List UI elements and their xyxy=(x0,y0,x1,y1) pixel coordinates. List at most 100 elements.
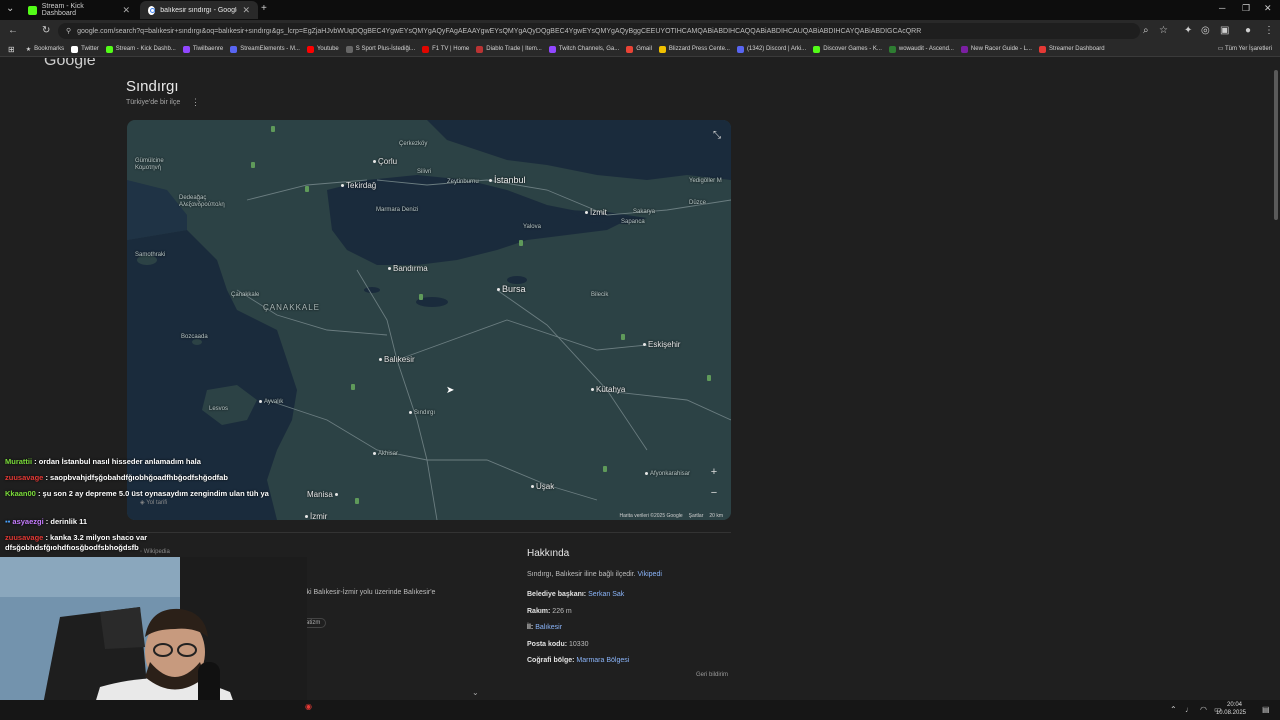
bookmark-item[interactable]: Youtube xyxy=(306,45,339,53)
bookmark-item[interactable]: Diablo Trade | Item... xyxy=(476,45,542,53)
scrollbar-thumb[interactable] xyxy=(1274,70,1278,220)
microphone-icon[interactable]: ♩ xyxy=(1185,705,1193,714)
reload-icon[interactable]: ↻ xyxy=(42,25,50,37)
chevron-down-icon[interactable]: ⌄ xyxy=(472,688,479,697)
minimize-icon[interactable]: ─ xyxy=(1219,3,1225,13)
maximize-icon[interactable]: ❐ xyxy=(1242,3,1250,14)
map-city-label: Çanakkale xyxy=(231,292,260,298)
region-link[interactable]: Marmara Bölgesi xyxy=(576,657,629,664)
bookmark-star-icon[interactable]: ☆ xyxy=(1159,25,1168,37)
notifications-icon[interactable]: ▤ xyxy=(1262,705,1270,714)
wowaudit-logo-icon xyxy=(888,45,896,53)
chat-username: asyaezgi xyxy=(12,517,44,526)
bookmark-item[interactable]: (1342) Discord | Arki... xyxy=(736,45,806,53)
wikipedia-link[interactable]: Vikipedi xyxy=(638,571,662,578)
extension-icon[interactable]: ◎ xyxy=(1201,25,1210,37)
bookmark-item[interactable]: Discover Games - K... xyxy=(813,45,882,53)
bookmark-item[interactable]: Stream - Kick Dashb... xyxy=(105,45,176,53)
folder-icon: ▭ xyxy=(1217,46,1225,52)
all-bookmarks-button[interactable]: ▭ Tüm Yer İşaretleri xyxy=(1218,45,1272,52)
chat-text: şu son 2 ay depreme 5.0 üst oynasaydım z… xyxy=(42,489,269,498)
map-city-label: Düzce xyxy=(689,200,707,206)
google-logo[interactable]: Google xyxy=(44,58,96,70)
bookmark-item[interactable]: Twitch Channels, Ga... xyxy=(548,45,619,53)
menu-icon[interactable]: ⋮ xyxy=(1264,25,1274,37)
road-shield xyxy=(603,466,607,472)
tab-kick-dashboard[interactable]: Stream - Kick Dashboard ✕ xyxy=(20,1,138,19)
road-shield xyxy=(251,162,255,168)
clock-date[interactable]: 10.08.2025 xyxy=(1216,710,1246,716)
map-city-label: Eskişehir xyxy=(643,340,680,349)
bookmark-item[interactable]: StreamElements - M... xyxy=(230,45,300,53)
site-info-icon[interactable]: ⚲ xyxy=(66,27,71,35)
bookmark-item[interactable]: Twitter xyxy=(71,45,99,53)
puzzle-icon[interactable]: ▣ xyxy=(1220,25,1229,37)
map-city-label: Silivri xyxy=(417,169,432,175)
notification-app-icon[interactable]: ◉ xyxy=(305,702,312,711)
map-city-label: Bilecik xyxy=(591,292,609,298)
chat-text: saopbvahjdfşğobahdfğıobhğoadfhbğodfshğod… xyxy=(50,473,228,482)
road-shield xyxy=(419,294,423,300)
road-shield xyxy=(305,186,309,192)
road-shield xyxy=(519,240,523,246)
fullscreen-icon[interactable]: ⤡ xyxy=(713,130,721,141)
bookmark-item[interactable]: Blizzard Press Cente... xyxy=(658,45,730,53)
tab-label: balıkesir sındırgı - Google'da A xyxy=(160,6,237,14)
more-options-icon[interactable]: ⋮ xyxy=(191,97,200,108)
map-city-label: Yalova xyxy=(523,224,541,230)
map-city-label: Ayvalık xyxy=(259,399,283,405)
close-window-icon[interactable]: ✕ xyxy=(1264,3,1272,14)
extension-icon[interactable]: ✦ xyxy=(1184,25,1192,37)
page-title: Sındırgı xyxy=(126,78,179,95)
profile-avatar-icon[interactable]: ● xyxy=(1245,25,1251,37)
bookmark-item[interactable]: New Racer Guide - L... xyxy=(960,45,1032,53)
close-tab-icon[interactable]: ✕ xyxy=(242,5,250,16)
map-sea-label: Marmara Denizi xyxy=(376,207,419,213)
bookmark-item[interactable]: Streamer Dashboard xyxy=(1038,45,1105,53)
mayor-link[interactable]: Serkan Sak xyxy=(588,591,624,598)
place-subtitle: Türkiye'de bir ilçe xyxy=(126,99,181,106)
bookmark-item[interactable]: Tiwilbaenre xyxy=(182,45,223,53)
road-shield xyxy=(707,375,711,381)
map-island-label: Samothraki xyxy=(135,252,166,258)
bookmark-item[interactable]: Gmail xyxy=(626,45,652,53)
map-city-label: Dedeağaç Αλεξανδρούπολη xyxy=(179,195,225,208)
close-tab-icon[interactable]: ✕ xyxy=(122,5,130,16)
chevron-up-icon[interactable]: ⌃ xyxy=(1170,705,1177,714)
map-city-label: Afyonkarahisar xyxy=(645,471,690,477)
streamer-webcam-image xyxy=(0,557,307,720)
new-tab-icon[interactable]: + xyxy=(261,3,267,15)
road-shield xyxy=(271,126,275,132)
tab-strip: ⌄ Stream - Kick Dashboard ✕ balıkesir sı… xyxy=(0,0,1280,20)
kick-logo-icon xyxy=(105,45,113,53)
kick-favicon-icon xyxy=(28,5,37,15)
map-city-label-selected: Sındırgı xyxy=(409,410,435,416)
province-link[interactable]: Balıkesir xyxy=(535,624,562,631)
back-icon[interactable]: ← xyxy=(8,25,18,37)
bookmark-item[interactable]: F1 TV | Home xyxy=(422,45,469,53)
tab-google-search[interactable]: balıkesir sındırgı - Google'da A ✕ xyxy=(140,1,258,19)
zoom-out-button[interactable]: − xyxy=(707,486,721,500)
wikipedia-source: ◦ Wikipedia xyxy=(140,549,170,555)
road-shield xyxy=(351,384,355,390)
bookmark-item[interactable]: S Sport Plus-İstediği... xyxy=(345,45,415,53)
directions-label: ◈ Yol tarifi xyxy=(140,500,168,506)
map-attribution: Harita verileri ©2025 Google Şartlar 20 … xyxy=(619,513,723,519)
wifi-icon[interactable]: ◠ xyxy=(1200,705,1207,714)
tab-label: Stream - Kick Dashboard xyxy=(41,3,84,17)
scrollbar[interactable] xyxy=(1272,58,1280,700)
terms-link[interactable]: Şartlar xyxy=(689,513,704,519)
streamer-dashboard-logo-icon xyxy=(1038,45,1046,53)
chat-message: ▪▪ asyaezgi : derinlik 11 xyxy=(5,517,88,526)
fact-elevation: Rakım: 226 m xyxy=(527,608,572,615)
bookmark-item[interactable]: wowaudit - Ascend... xyxy=(888,45,954,53)
zoom-in-button[interactable]: + xyxy=(707,465,721,479)
windows-taskbar: ◉ ⌃ ♩ ◠ ▭ 20:04 10.08.2025 ▤ xyxy=(0,700,1280,720)
feedback-link[interactable]: Geri bildirim xyxy=(696,672,728,678)
apps-grid-icon[interactable]: ⊞ xyxy=(8,45,15,54)
clock-time[interactable]: 20:04 xyxy=(1227,702,1242,708)
zoom-icon[interactable]: ⌕ xyxy=(1143,25,1149,37)
address-bar[interactable]: ⚲ google.com/search?q=balıkesir+sındırgı… xyxy=(58,23,1140,39)
bookmark-item[interactable]: ★ Bookmarks xyxy=(26,46,64,53)
tab-search-icon[interactable]: ⌄ xyxy=(6,3,14,15)
